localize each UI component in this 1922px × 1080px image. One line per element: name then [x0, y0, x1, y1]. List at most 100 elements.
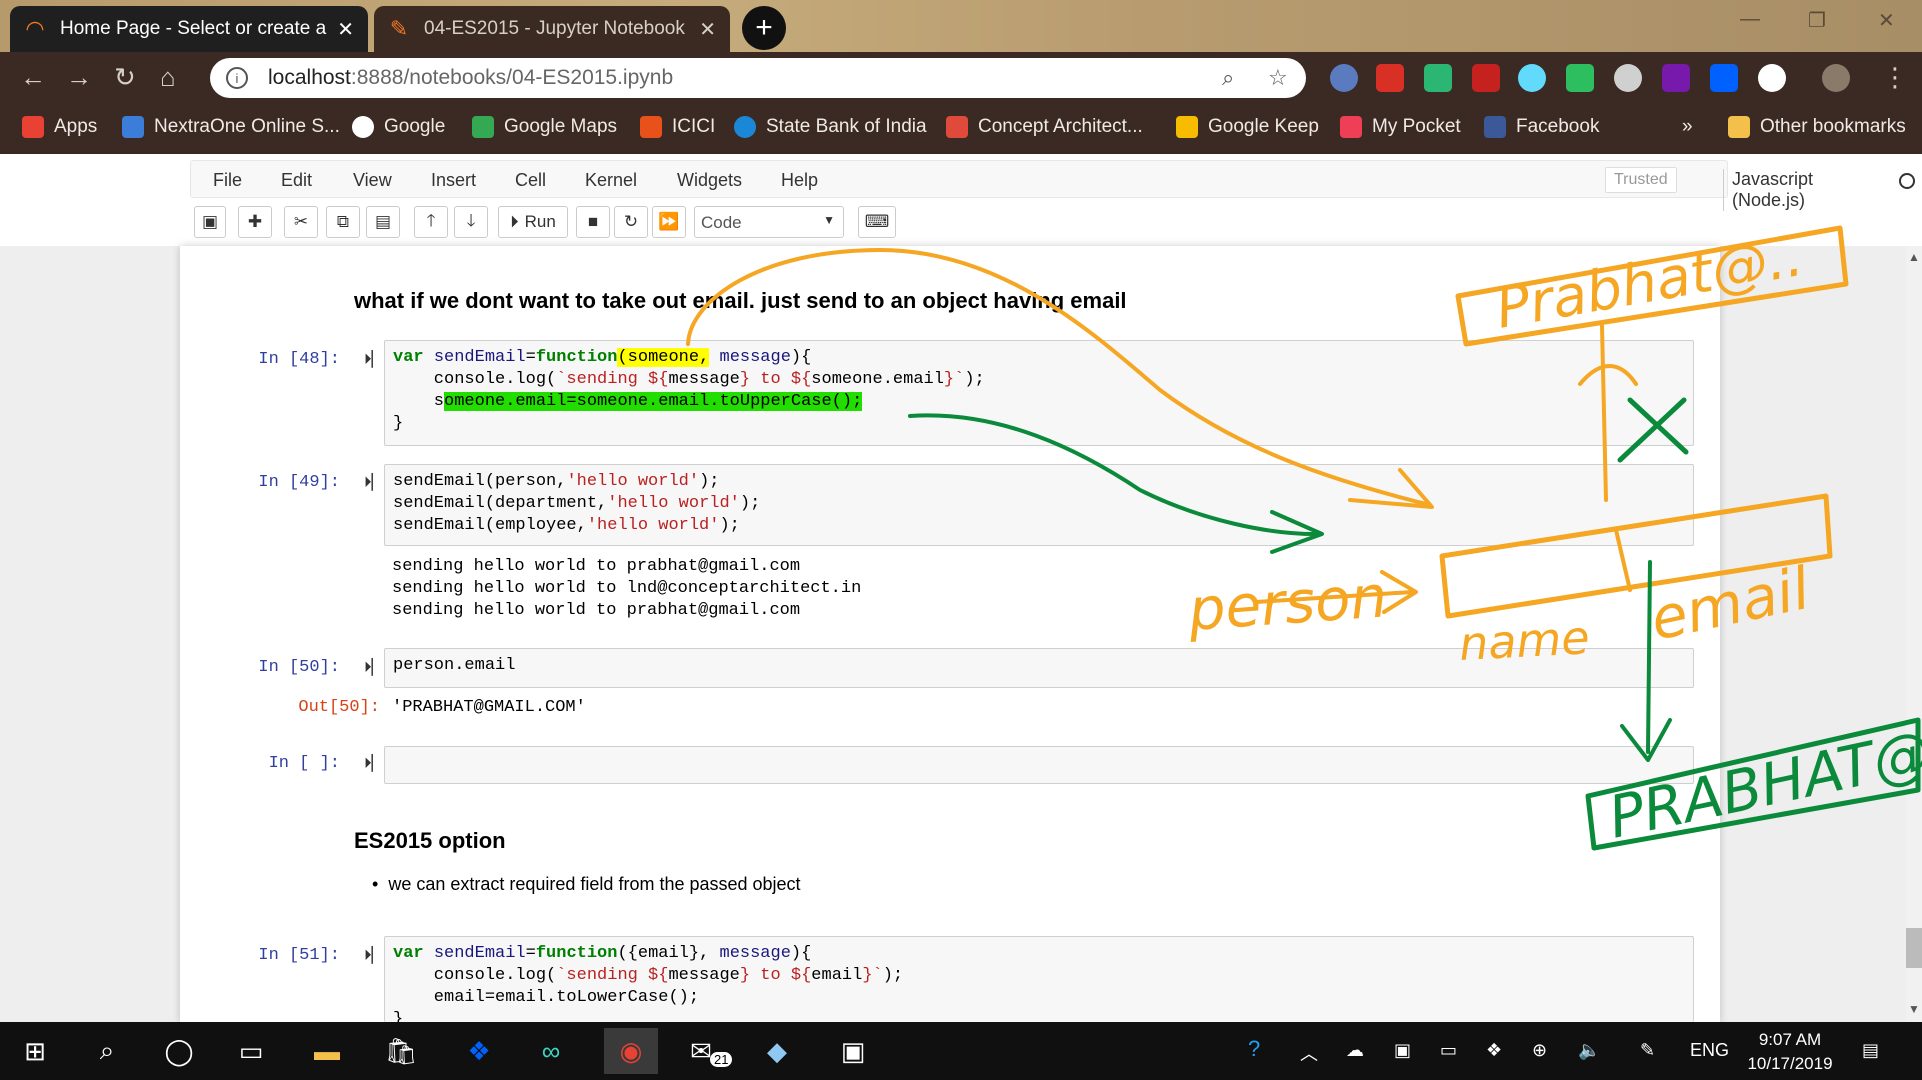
menu-edit[interactable]: Edit: [281, 170, 312, 191]
home-icon[interactable]: ⌂: [160, 62, 176, 93]
scroll-down-icon[interactable]: ▼: [1908, 1002, 1920, 1016]
app-icon[interactable]: ◆: [760, 1034, 794, 1068]
extension-icon[interactable]: [1424, 64, 1452, 92]
chevron-up-icon[interactable]: ︿: [1300, 1040, 1318, 1066]
extension-icon[interactable]: [1472, 64, 1500, 92]
code-editor[interactable]: sendEmail(person,'hello world'); sendEma…: [385, 465, 1693, 543]
onenote-icon[interactable]: [1662, 64, 1690, 92]
react-devtools-icon[interactable]: [1518, 64, 1546, 92]
kernel-name[interactable]: Javascript (Node.js): [1723, 169, 1813, 211]
task-view-icon[interactable]: ▭: [234, 1034, 268, 1068]
info-icon[interactable]: i: [226, 67, 248, 89]
help-icon[interactable]: ?: [1248, 1036, 1260, 1062]
menu-widgets[interactable]: Widgets: [677, 170, 742, 191]
dropbox-icon[interactable]: ❖: [462, 1034, 496, 1068]
minimize-icon[interactable]: —: [1740, 8, 1760, 31]
run-cell-icon[interactable]: ⏵▏: [364, 946, 383, 964]
run-cell-icon[interactable]: ⏵▏: [364, 658, 383, 676]
dropbox-tray-icon[interactable]: ❖: [1486, 1040, 1502, 1061]
restore-icon[interactable]: ❐: [1808, 8, 1826, 33]
code-editor[interactable]: person.email: [385, 649, 1693, 683]
menu-cell[interactable]: Cell: [515, 170, 546, 191]
run-cell-icon[interactable]: ⏵▏: [364, 473, 383, 491]
dropbox-icon[interactable]: [1710, 64, 1738, 92]
notifications-icon[interactable]: ▤: [1862, 1040, 1879, 1061]
scrollbar-thumb[interactable]: [1906, 928, 1922, 968]
onedrive-icon[interactable]: ☁: [1346, 1040, 1364, 1061]
run-cell-icon[interactable]: ⏵▏: [364, 350, 383, 368]
bookmark-google-keep[interactable]: Google Keep: [1176, 116, 1319, 138]
insert-cell-button[interactable]: ✚: [238, 206, 272, 238]
other-bookmarks[interactable]: Other bookmarks: [1728, 116, 1906, 138]
bookmark-apps[interactable]: Apps: [22, 116, 97, 138]
forward-icon[interactable]: →: [66, 62, 92, 93]
store-icon[interactable]: 🛍: [384, 1034, 418, 1068]
pen-icon[interactable]: ✎: [1640, 1040, 1655, 1061]
language-indicator[interactable]: ENG: [1690, 1040, 1729, 1061]
clock[interactable]: 9:07 AM 10/17/2019: [1740, 1028, 1840, 1076]
command-palette-button[interactable]: ⌨: [858, 206, 896, 238]
code-cell-50[interactable]: person.email: [384, 648, 1694, 688]
close-window-icon[interactable]: ✕: [1878, 8, 1895, 33]
bookmark-icici[interactable]: ICICI: [640, 116, 715, 138]
paste-button[interactable]: ▤: [366, 206, 400, 238]
volume-icon[interactable]: 🔈: [1578, 1040, 1600, 1061]
address-bar[interactable]: i localhost:8888/notebooks/04-ES2015.ipy…: [210, 58, 1306, 98]
bookmark-sbi[interactable]: State Bank of India: [734, 116, 927, 138]
bookmark-google[interactable]: Google: [352, 116, 445, 138]
tab-notebook[interactable]: ✎ 04-ES2015 - Jupyter Notebook ✕: [374, 6, 730, 52]
close-icon[interactable]: ✕: [337, 17, 354, 42]
terminal-icon[interactable]: ▣: [836, 1034, 870, 1068]
bookmarks-overflow-button[interactable]: »: [1682, 116, 1693, 138]
menu-help[interactable]: Help: [781, 170, 818, 191]
more-menu-icon[interactable]: ⋮: [1882, 62, 1908, 93]
reload-icon[interactable]: ↻: [114, 62, 136, 93]
extension-icon[interactable]: [1614, 64, 1642, 92]
bookmark-my-pocket[interactable]: My Pocket: [1340, 116, 1461, 138]
restart-button[interactable]: ↻: [614, 206, 648, 238]
chrome-icon[interactable]: ◉: [604, 1028, 658, 1074]
evernote-icon[interactable]: [1566, 64, 1594, 92]
cortana-icon[interactable]: ◯: [162, 1034, 196, 1068]
display-icon[interactable]: ▣: [1394, 1040, 1411, 1061]
menu-file[interactable]: File: [213, 170, 242, 191]
code-editor[interactable]: var sendEmail=function(someone, message)…: [385, 341, 1693, 441]
close-icon[interactable]: ✕: [699, 17, 716, 42]
menu-view[interactable]: View: [353, 170, 392, 191]
trusted-badge[interactable]: Trusted: [1605, 167, 1677, 193]
arduino-icon[interactable]: ∞: [534, 1034, 568, 1068]
file-explorer-icon[interactable]: ▬: [310, 1034, 344, 1068]
save-button[interactable]: ▣: [194, 206, 226, 238]
search-icon[interactable]: ⌕: [90, 1034, 124, 1068]
extension-icon[interactable]: [1376, 64, 1404, 92]
code-editor[interactable]: var sendEmail=function({email}, message)…: [385, 937, 1693, 1022]
code-cell-48[interactable]: var sendEmail=function(someone, message)…: [384, 340, 1694, 446]
avatar[interactable]: [1822, 64, 1850, 92]
extension-icon[interactable]: [1330, 64, 1358, 92]
cut-button[interactable]: ✂: [284, 206, 318, 238]
zoom-icon[interactable]: ⌕: [1222, 65, 1234, 91]
menu-insert[interactable]: Insert: [431, 170, 476, 191]
network-icon[interactable]: ⊕: [1532, 1040, 1547, 1061]
scrollbar[interactable]: [1906, 246, 1922, 1022]
new-tab-button[interactable]: +: [742, 6, 786, 50]
interrupt-button[interactable]: ■: [576, 206, 610, 238]
code-cell-empty[interactable]: [384, 746, 1694, 784]
cell-type-select[interactable]: Code ▼: [694, 206, 844, 238]
bookmark-google-maps[interactable]: Google Maps: [472, 116, 617, 138]
bookmark-star-icon[interactable]: ☆: [1268, 65, 1288, 91]
menu-kernel[interactable]: Kernel: [585, 170, 637, 191]
windows-start-icon[interactable]: ⊞: [18, 1034, 52, 1068]
back-icon[interactable]: ←: [20, 62, 46, 93]
battery-icon[interactable]: ▭: [1440, 1040, 1457, 1061]
run-cell-icon[interactable]: ⏵▏: [364, 754, 383, 772]
restart-run-all-button[interactable]: ⏩: [652, 206, 686, 238]
code-cell-49[interactable]: sendEmail(person,'hello world'); sendEma…: [384, 464, 1694, 546]
bookmark-facebook[interactable]: Facebook: [1484, 116, 1599, 138]
scroll-up-icon[interactable]: ▲: [1908, 250, 1920, 264]
bookmark-concept-architect[interactable]: Concept Architect...: [946, 116, 1143, 138]
move-up-button[interactable]: 🡑: [414, 206, 448, 238]
bookmark-nextraone[interactable]: NextraOne Online S...: [122, 116, 340, 138]
extension-icon[interactable]: [1758, 64, 1786, 92]
copy-button[interactable]: ⧉: [326, 206, 360, 238]
